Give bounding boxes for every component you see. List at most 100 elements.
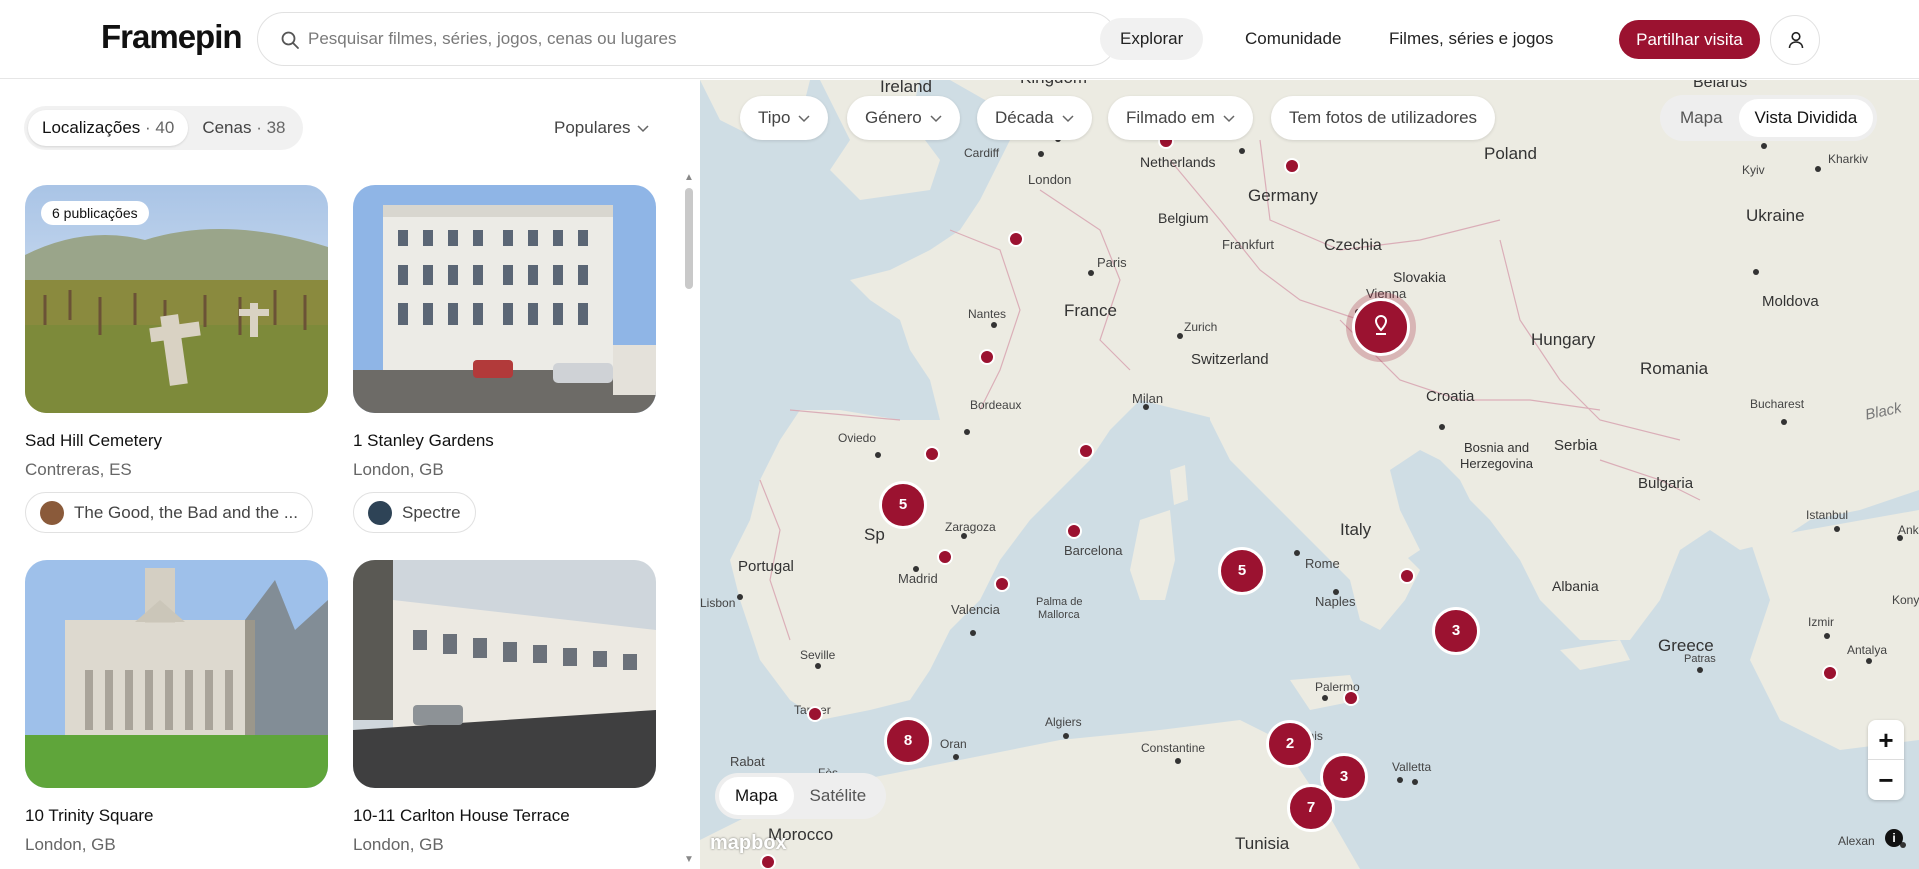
location-subtitle: London, GB (353, 835, 444, 854)
location-photo (353, 560, 656, 788)
map-city-label: Oviedo (838, 431, 877, 445)
map-city-label: Nantes (968, 307, 1007, 321)
map-city-label: Madrid (898, 571, 938, 586)
cluster-marker[interactable]: 8 (884, 717, 932, 765)
tab-localizacoes[interactable]: Localizações · 40 (28, 110, 189, 146)
search-input[interactable] (308, 13, 1088, 65)
map-city-label: Seville (800, 648, 836, 662)
zoom-out-button[interactable]: − (1868, 760, 1904, 800)
results-panel: Localizações · 40 Cenas · 38 Populares ▲… (0, 80, 700, 869)
map-city-label: Istanbul (1806, 508, 1849, 522)
layer-satelite[interactable]: Satélite (794, 777, 883, 815)
map-city-label: Paris (1097, 255, 1127, 270)
location-photo (25, 560, 328, 788)
filter-label: Tipo (758, 108, 791, 127)
filter-label: Género (865, 108, 922, 127)
chevron-down-icon (1223, 114, 1235, 122)
map-city-label: Kony (1892, 593, 1919, 607)
map-city-label: Cardiff (964, 146, 1000, 160)
map-city-label: Alexan (1838, 834, 1875, 848)
filter-tipo[interactable]: Tipo (740, 96, 829, 140)
map-country-label: Hungary (1531, 330, 1596, 349)
map-country-label: Herzegovina (1460, 456, 1533, 471)
poster-thumbnail (368, 500, 392, 525)
location-card[interactable]: 1 Stanley Gardens London, GB Spectre (353, 185, 656, 533)
scroll-up-arrow[interactable]: ▲ (684, 172, 694, 183)
map-view[interactable]: Ireland Kingdom Netherlands Germany Belg… (700, 80, 1919, 869)
map-city-label: London (1028, 172, 1072, 187)
map-city-label: Palma de (1036, 596, 1083, 608)
filter-filmado-em[interactable]: Filmado em (1108, 96, 1253, 140)
cluster-marker[interactable]: 7 (1287, 784, 1335, 832)
cluster-marker[interactable]: 3 (1432, 607, 1480, 655)
filter-label: Década (995, 108, 1054, 127)
nav-filmes-series-jogos[interactable]: Filmes, séries e jogos (1369, 18, 1573, 60)
map-city-label: Oran (940, 737, 967, 751)
cluster-marker[interactable]: 5 (1218, 547, 1266, 595)
cluster-marker[interactable]: 5 (879, 481, 927, 529)
map-country-label: Bosnia and (1464, 440, 1530, 455)
filter-label: Filmado em (1126, 108, 1215, 127)
map-country-label: Belgium (1158, 210, 1209, 226)
map-country-label: Sp (864, 525, 885, 544)
tab-label: Cenas (202, 118, 252, 137)
map-country-label: Black (1863, 399, 1904, 424)
map-city-label: Antalya (1847, 643, 1888, 657)
mapbox-logo[interactable]: mapbox (710, 832, 787, 855)
map-city-label: Barcelona (1064, 543, 1123, 558)
layer-mapa[interactable]: Mapa (719, 777, 794, 815)
location-card[interactable]: 10-11 Carlton House Terrace London, GB (353, 560, 656, 855)
map-city-label: Milan (1132, 391, 1164, 406)
location-card[interactable]: 6 publicações Sad Hill Cemetery Contrera… (25, 185, 328, 533)
map-city-label: Constantine (1141, 741, 1206, 755)
filter-user-photos[interactable]: Tem fotos de utilizadores (1271, 96, 1496, 140)
view-mapa[interactable]: Mapa (1664, 99, 1739, 137)
map-city-label: Naples (1315, 594, 1356, 609)
map-city-label: Mallorca (1038, 609, 1080, 621)
cluster-marker-large[interactable] (1352, 298, 1410, 356)
nav-explorar[interactable]: Explorar (1100, 18, 1204, 60)
map-city-label: Rabat (730, 754, 765, 769)
map-city-label: Izmir (1808, 615, 1834, 629)
view-split[interactable]: Vista Dividida (1738, 99, 1874, 137)
nav-comunidade[interactable]: Comunidade (1225, 18, 1361, 60)
tab-cenas[interactable]: Cenas · 38 (188, 110, 299, 146)
location-title: 10 Trinity Square (25, 806, 154, 825)
search-bar[interactable] (257, 12, 1117, 66)
map-country-label: Ukraine (1746, 206, 1805, 225)
map-country-label: Slovakia (1393, 269, 1446, 285)
share-visit-button[interactable]: Partilhar visita (1619, 20, 1760, 59)
location-photo: 6 publicações (25, 185, 328, 413)
map-country-label: Poland (1484, 144, 1537, 163)
scrollbar-thumb[interactable] (685, 188, 693, 289)
filter-genero[interactable]: Género (847, 96, 960, 140)
user-menu-button[interactable] (1770, 15, 1820, 65)
logo[interactable]: Framepin (101, 18, 243, 56)
location-title: Sad Hill Cemetery (25, 431, 162, 450)
map-city-label: Rome (1305, 556, 1340, 571)
map-city-label: Lisbon (700, 596, 736, 610)
scroll-down-arrow[interactable]: ▼ (684, 854, 694, 865)
zoom-controls: + − (1868, 720, 1904, 800)
map-country-label: Switzerland (1191, 351, 1269, 368)
map-country-label: Ireland (880, 80, 932, 96)
map-country-label: Romania (1640, 359, 1709, 378)
title-chip[interactable]: The Good, the Bad and the ... (25, 492, 313, 533)
tab-count: · 40 (145, 118, 175, 137)
sort-dropdown[interactable]: Populares (554, 118, 649, 138)
info-icon[interactable]: i (1885, 829, 1903, 847)
location-title: 1 Stanley Gardens (353, 431, 494, 450)
filter-decada[interactable]: Década (977, 96, 1092, 140)
location-subtitle: London, GB (353, 460, 444, 479)
zoom-in-button[interactable]: + (1868, 720, 1904, 760)
map-city-label: Bucharest (1750, 397, 1805, 411)
chevron-down-icon (798, 114, 810, 122)
map-city-label: Palermo (1315, 680, 1360, 694)
map-country-label: Croatia (1426, 388, 1475, 405)
title-chip[interactable]: Spectre (353, 492, 476, 533)
cluster-marker[interactable]: 2 (1266, 720, 1314, 768)
map-city-label: Bordeaux (970, 398, 1022, 412)
tab-count: · 38 (256, 118, 286, 137)
location-card[interactable]: 10 Trinity Square London, GB (25, 560, 328, 855)
map-city-label: Tanger (794, 703, 831, 717)
